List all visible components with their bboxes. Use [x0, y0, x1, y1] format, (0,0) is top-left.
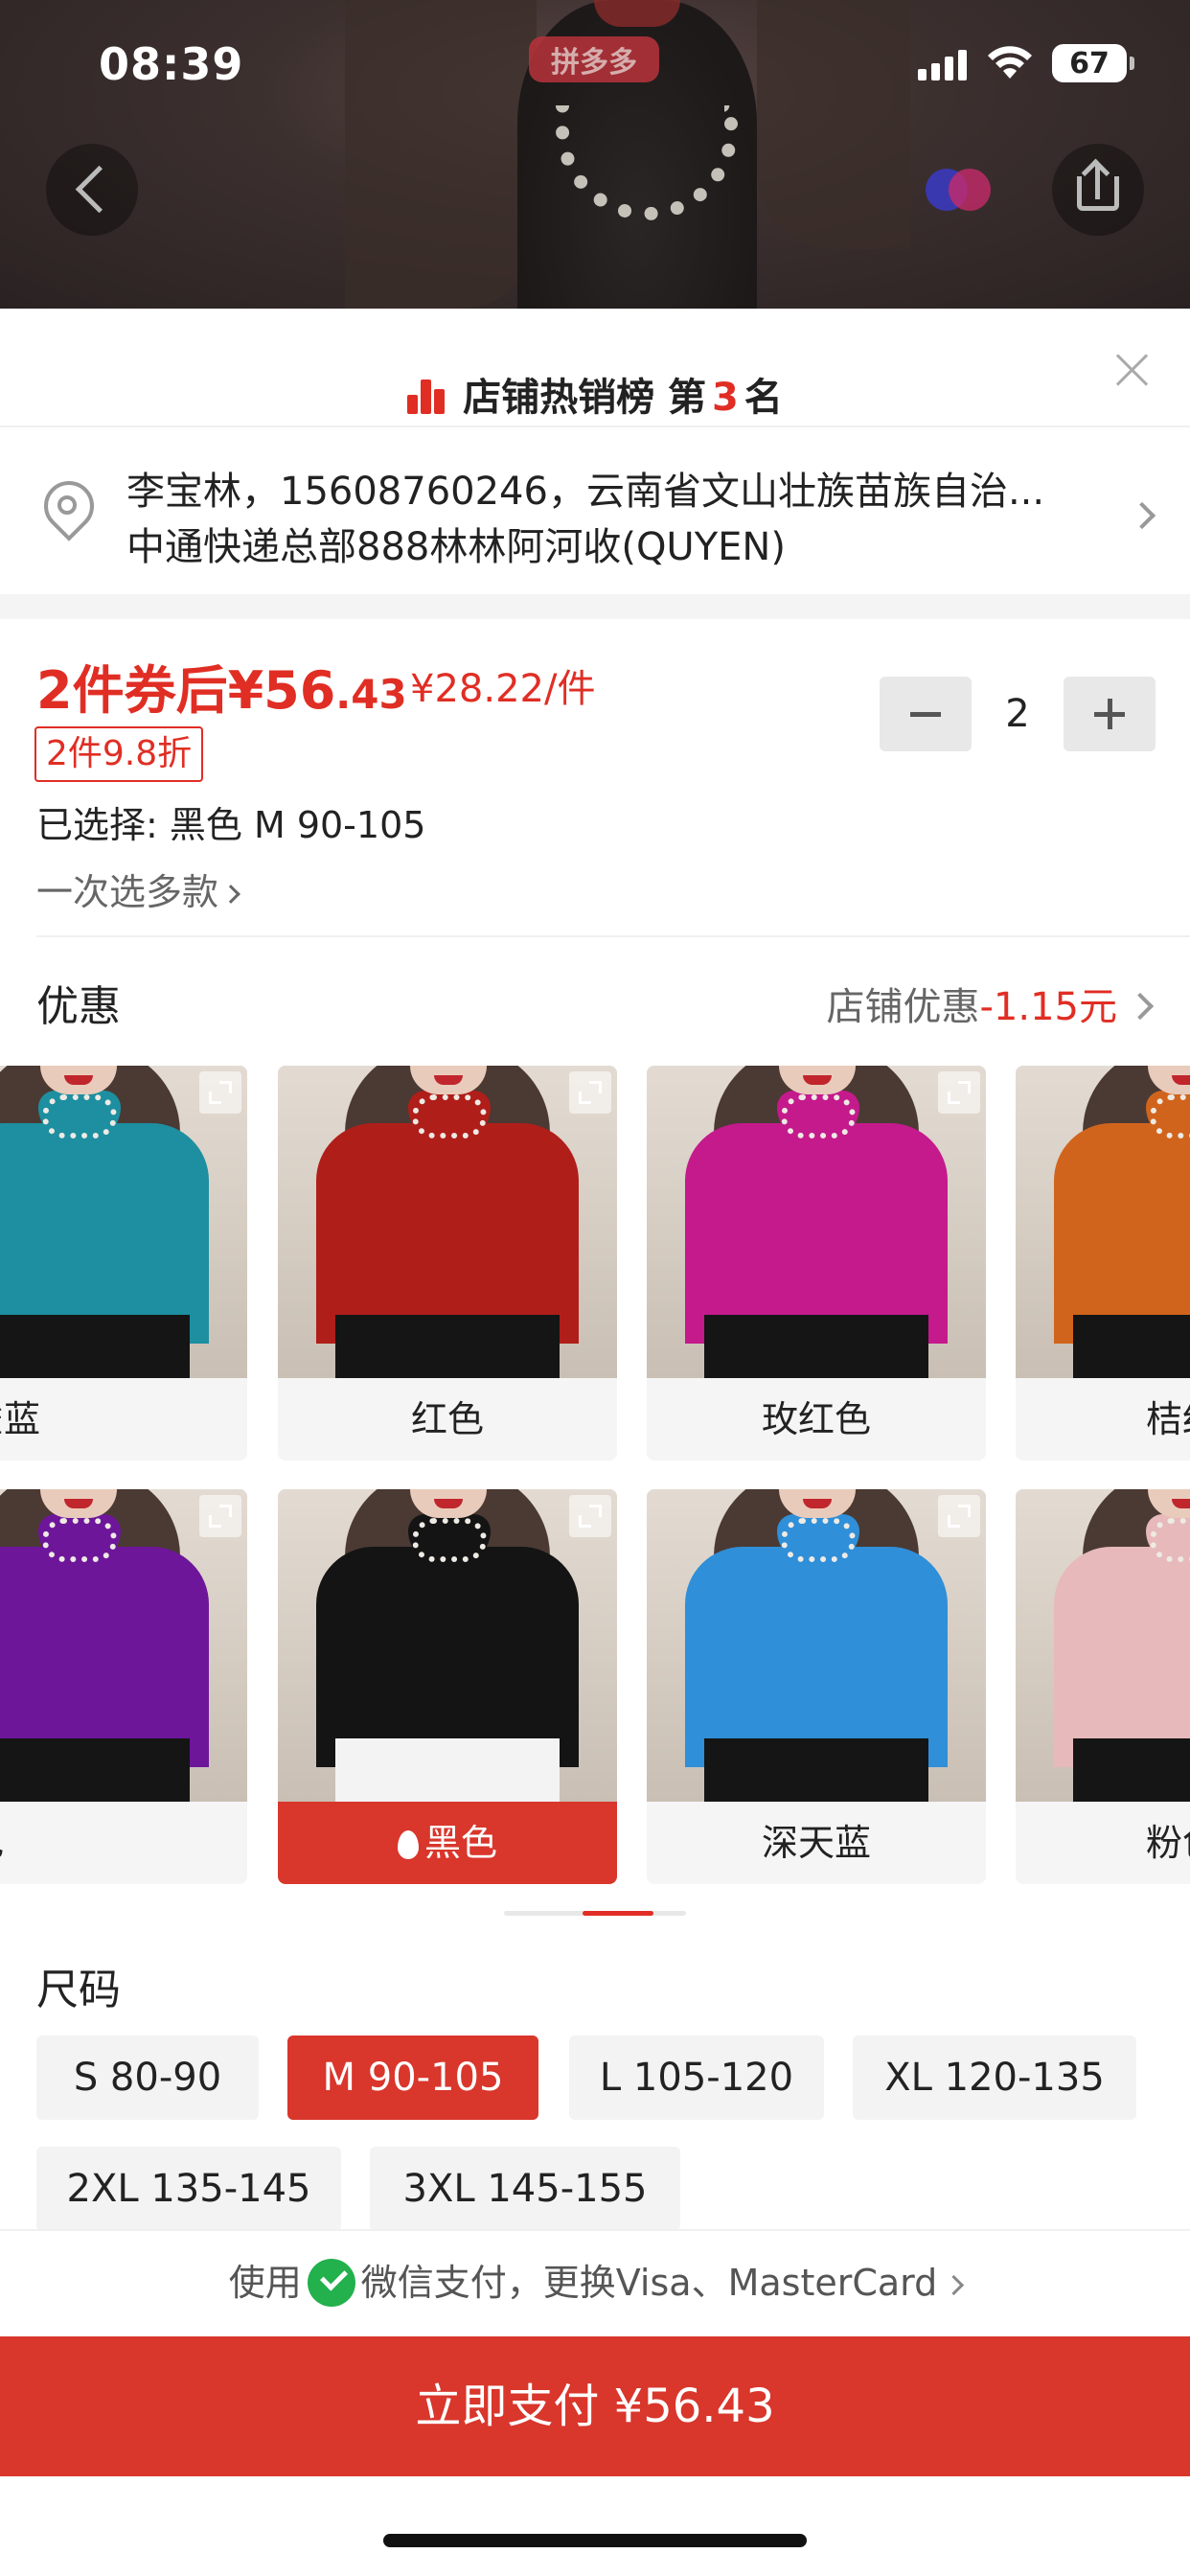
color-label: 深天蓝: [761, 1822, 871, 1864]
color-option[interactable]: 深天蓝: [647, 1489, 986, 1884]
color-option[interactable]: 孔雀蓝: [0, 1066, 247, 1460]
promo-value[interactable]: 店铺优惠-1.15元: [827, 976, 1118, 1031]
home-indicator: [383, 2534, 807, 2547]
increase-button[interactable]: [1064, 677, 1156, 751]
size-option[interactable]: M 90-105: [287, 2036, 538, 2120]
chevron-right-icon: [1128, 501, 1156, 530]
color-label: 黑色: [278, 1802, 617, 1884]
coupon-price: 2件券后¥56.43: [36, 660, 407, 721]
address-line-2: 中通快递总部888林林阿河收(QUYEN): [126, 525, 786, 569]
color-label: 玫红色: [761, 1398, 871, 1440]
quantity-value: 2: [1005, 692, 1030, 736]
status-time: 08:39: [99, 38, 244, 90]
color-swatch-image: [1016, 1489, 1190, 1802]
chevron-right-icon: [221, 885, 240, 904]
color-row-1: 孔雀蓝 红色 玫红色 桔红: [0, 1066, 1190, 1460]
size-option[interactable]: XL 120-135: [853, 2036, 1136, 2120]
size-title: 尺码: [36, 1966, 121, 2014]
color-label: 红色: [410, 1398, 484, 1440]
unit-price: ¥28.22/件: [410, 667, 596, 711]
color-option[interactable]: 玫红色: [647, 1066, 986, 1460]
expand-icon[interactable]: [199, 1495, 241, 1537]
battery-icon: 67: [1052, 44, 1134, 82]
promo-title: 优惠: [36, 982, 121, 1031]
discount-badge: 2件9.8折: [34, 726, 204, 782]
address-line-1: 李宝林，15608760246，云南省文山壮族苗族自治...: [126, 470, 1045, 514]
color-option[interactable]: 红色: [278, 1066, 617, 1460]
color-option[interactable]: 黑色: [278, 1489, 617, 1884]
color-label: 粉色: [1146, 1822, 1190, 1864]
color-swatch-image: [647, 1066, 986, 1378]
decrease-button[interactable]: [880, 677, 972, 751]
pay-now-button[interactable]: 立即支付 ¥56.43: [0, 2336, 1190, 2476]
hot-flame-icon: [397, 1830, 419, 1859]
color-option[interactable]: 粉色: [1016, 1489, 1190, 1884]
app-logo: 拼多多: [529, 36, 659, 82]
share-button[interactable]: [1052, 144, 1144, 236]
size-option[interactable]: 2XL 135-145: [36, 2147, 341, 2231]
location-pin-icon: [40, 481, 90, 539]
expand-icon[interactable]: [938, 1071, 980, 1114]
size-option[interactable]: S 80-90: [36, 2036, 259, 2120]
color-option[interactable]: 紫色: [0, 1489, 247, 1884]
selected-summary: 已选择: 黑色 M 90-105: [36, 804, 426, 846]
close-icon[interactable]: [1111, 349, 1154, 391]
hot-rank: 店铺热销榜 第3名: [0, 366, 1190, 422]
color-label: 紫色: [0, 1802, 247, 1884]
wechat-pay-icon: [307, 2259, 355, 2307]
chevron-right-icon: [1126, 992, 1155, 1021]
page-indicator: [504, 1911, 686, 1916]
size-option[interactable]: 3XL 145-155: [370, 2147, 680, 2231]
rank-icon: [407, 376, 446, 414]
color-label: 桔红: [1146, 1398, 1190, 1440]
multi-select-link[interactable]: 一次选多款: [36, 862, 240, 915]
media-toggle-icon[interactable]: [926, 161, 995, 218]
color-label: 孔雀蓝: [0, 1398, 41, 1440]
wifi-icon: [988, 46, 1032, 79]
sku-sheet: 店铺热销榜 第3名 李宝林，15608760246，云南省文山壮族苗族自治...…: [0, 309, 1190, 2576]
payment-method-bar[interactable]: 使用 微信支付，更换Visa、MasterCard: [0, 2229, 1190, 2334]
expand-icon[interactable]: [569, 1071, 611, 1114]
quantity-stepper: 2: [880, 677, 1156, 751]
color-option[interactable]: 桔红: [1016, 1066, 1190, 1460]
signal-icon: [918, 48, 968, 80]
chevron-right-icon: [944, 2274, 965, 2296]
color-swatch-image: [647, 1489, 986, 1802]
expand-icon[interactable]: [199, 1071, 241, 1114]
color-swatch-image: [278, 1066, 617, 1378]
address-row[interactable]: 李宝林，15608760246，云南省文山壮族苗族自治... 中通快递总部888…: [0, 426, 1190, 594]
color-swatch-image: [1016, 1066, 1190, 1378]
color-row-2: 紫色黑色 深天蓝 粉色: [0, 1489, 1190, 1884]
back-button[interactable]: [46, 144, 138, 236]
rank-number: 3: [712, 376, 739, 420]
expand-icon[interactable]: [938, 1495, 980, 1537]
size-option[interactable]: L 105-120: [569, 2036, 824, 2120]
expand-icon[interactable]: [569, 1495, 611, 1537]
color-swatch-image: [278, 1489, 617, 1802]
status-bar: 08:39 拼多多 67: [0, 0, 1190, 125]
